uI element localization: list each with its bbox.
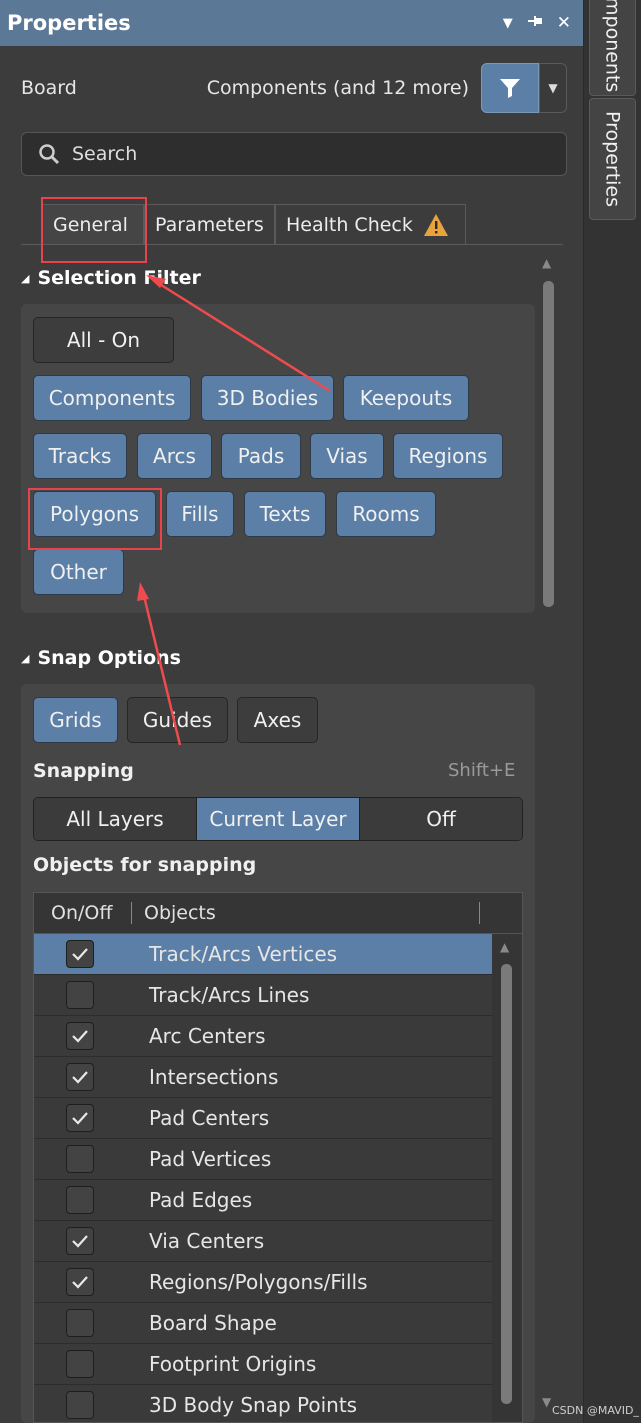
annotation-arrow-polygons (142, 595, 182, 746)
annotation-arrowhead (137, 582, 149, 601)
annotation-arrows (137, 275, 331, 746)
annotation-arrow-general (157, 281, 331, 393)
watermark: CSDN @MAVID_ (552, 1404, 639, 1417)
